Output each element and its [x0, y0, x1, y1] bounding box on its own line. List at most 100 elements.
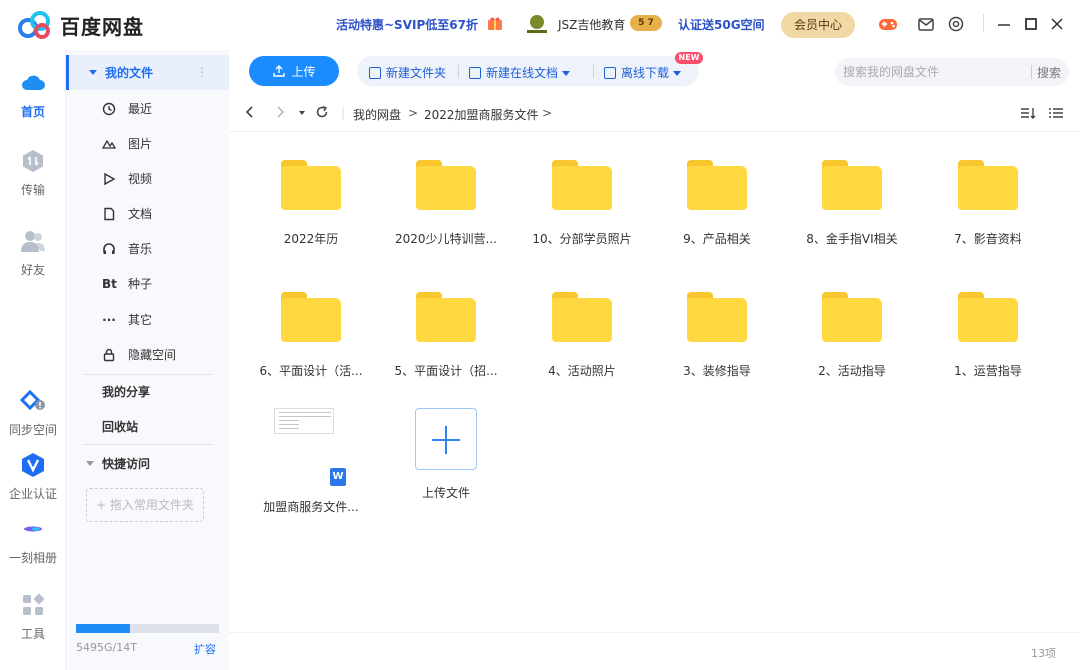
mail-icon[interactable] — [916, 14, 936, 34]
rail-item-enterprise[interactable]: 企业认证 — [0, 452, 66, 502]
rail-item-sync-space[interactable]: 同步空间 — [0, 388, 66, 438]
upload-button[interactable]: 上传 — [249, 56, 339, 86]
sidebar-item-pictures[interactable]: 图片 — [66, 126, 229, 161]
folder-item[interactable]: 10、分部学员照片 — [518, 160, 646, 247]
expand-caret-icon[interactable] — [86, 461, 94, 466]
file-name: 4、活动照片 — [548, 364, 616, 378]
folder-item[interactable]: 2020少儿特训营... — [382, 160, 510, 247]
storage-quota-fill — [76, 624, 131, 633]
gift-icon[interactable] — [487, 15, 503, 31]
folder-item[interactable]: 7、影音资料 — [924, 160, 1052, 247]
word-document-item[interactable]: W 加盟商服务文件... — [247, 408, 375, 515]
history-dropdown-icon[interactable] — [297, 104, 307, 120]
maximize-icon[interactable] — [1021, 14, 1041, 34]
document-thumbnail: W — [274, 408, 348, 492]
rail-item-transfer[interactable]: 传输 — [0, 148, 66, 198]
auth-promo-link[interactable]: 认证送50G空间 — [678, 16, 765, 33]
folder-body — [416, 298, 476, 342]
list-view-icon[interactable] — [1047, 105, 1065, 121]
folder-item[interactable]: 9、产品相关 — [653, 160, 781, 247]
enterprise-icon — [22, 453, 44, 477]
storage-quota-text: 5495G/14T — [76, 641, 137, 654]
search-button[interactable]: 搜索 — [1037, 64, 1061, 81]
sidebar-item-recent[interactable]: 最近 — [66, 91, 229, 126]
folder-body — [687, 166, 747, 210]
new-online-doc-label: 新建在线文档 — [486, 66, 559, 80]
folder-item[interactable]: 3、装修指导 — [653, 292, 781, 379]
item-count: 13项 — [1031, 647, 1056, 660]
sidebar: 我的文件 ⋮ 最近 图片 视频 文档 音乐 Bt 种子 ··· 其它 隐藏空间 … — [66, 50, 229, 670]
folder-item[interactable]: 4、活动照片 — [518, 292, 646, 379]
document-preview — [274, 408, 334, 434]
folder-body — [416, 166, 476, 210]
edu-account-name[interactable]: JSZ吉他教育 — [558, 16, 625, 33]
folder-item[interactable]: 2、活动指导 — [788, 292, 916, 379]
folder-item[interactable]: 8、金手指VI相关 — [788, 160, 916, 247]
settings-gear-icon[interactable] — [946, 14, 966, 34]
sidebar-item-documents[interactable]: 文档 — [66, 196, 229, 231]
sidebar-item-my-share[interactable]: 我的分享 — [66, 374, 229, 409]
dropdown-caret-icon — [562, 71, 571, 76]
folder-icon — [416, 160, 476, 210]
quick-access-drop-zone[interactable]: + 拖入常用文件夹 — [86, 488, 204, 522]
file-name: 加盟商服务文件... — [263, 500, 359, 514]
rail-item-album[interactable]: 一刻相册 — [0, 516, 66, 566]
new-folder-label: 新建文件夹 — [386, 66, 447, 80]
rail-item-home[interactable]: 首页 — [0, 70, 66, 120]
upload-icon — [273, 65, 286, 77]
folder-body — [552, 298, 612, 342]
expand-caret-icon[interactable] — [89, 70, 97, 75]
edu-logo-icon[interactable] — [524, 13, 550, 35]
file-name: 3、装修指导 — [683, 364, 751, 378]
search-input[interactable] — [843, 62, 1023, 82]
more-options-icon[interactable]: ⋮ — [196, 65, 208, 79]
folder-item[interactable]: 6、平面设计（活... — [247, 292, 375, 379]
rail-item-tools[interactable]: 工具 — [0, 592, 66, 642]
cloud-icon — [22, 75, 45, 90]
game-controller-icon[interactable] — [878, 14, 898, 34]
vip-center-button[interactable]: 会员中心 — [781, 12, 855, 38]
folder-item[interactable]: 5、平面设计（招... — [382, 292, 510, 379]
sidebar-item-hidden-space[interactable]: 隐藏空间 — [66, 337, 229, 372]
music-icon — [103, 242, 115, 254]
forward-arrow-icon[interactable] — [273, 104, 287, 120]
expand-storage-link[interactable]: 扩容 — [194, 641, 216, 657]
folder-body — [958, 298, 1018, 342]
upload-file-tile[interactable]: 上传文件 — [382, 408, 510, 501]
sidebar-item-label: 音乐 — [128, 242, 153, 256]
sidebar-item-videos[interactable]: 视频 — [66, 161, 229, 196]
sidebar-item-recycle-bin[interactable]: 回收站 — [66, 409, 229, 444]
sort-icon[interactable] — [1019, 105, 1037, 121]
new-online-doc-button[interactable]: 新建在线文档 — [469, 64, 571, 81]
sidebar-item-music[interactable]: 音乐 — [66, 231, 229, 266]
rail-label: 传输 — [20, 183, 45, 197]
back-arrow-icon[interactable] — [243, 104, 257, 120]
folder-icon — [822, 292, 882, 342]
svip-promo-link[interactable]: 活动特惠~SVIP低至67折 — [336, 16, 478, 33]
folder-item[interactable]: 2022年历 — [247, 160, 375, 247]
offline-download-button[interactable]: 离线下载 — [604, 64, 682, 81]
sidebar-item-my-files[interactable]: 我的文件 ⋮ — [66, 55, 229, 90]
navigation-bar: | 我的网盘 > 2022加盟商服务文件 > — [229, 94, 1080, 132]
friends-icon — [21, 231, 45, 252]
minimize-icon[interactable] — [994, 14, 1014, 34]
breadcrumb-my-netdisk[interactable]: 我的网盘 — [353, 106, 401, 123]
baidu-netdisk-logo-icon — [18, 11, 50, 39]
picture-icon — [102, 139, 116, 149]
document-icon — [104, 207, 115, 220]
close-icon[interactable] — [1047, 14, 1067, 34]
folder-item[interactable]: 1、运营指导 — [924, 292, 1052, 379]
transfer-icon — [23, 150, 43, 172]
breadcrumb-divider: | — [341, 106, 346, 120]
rail-label: 同步空间 — [8, 423, 57, 437]
doc-preview-line — [279, 412, 331, 413]
new-folder-button[interactable]: 新建文件夹 — [369, 64, 446, 81]
sidebar-item-quick-access[interactable]: 快捷访问 — [66, 446, 229, 481]
refresh-icon[interactable] — [315, 104, 329, 120]
rail-item-friends[interactable]: 好友 — [0, 228, 66, 278]
app-name: 百度网盘 — [60, 14, 144, 39]
new-doc-icon — [469, 67, 481, 79]
sidebar-item-other[interactable]: ··· 其它 — [66, 302, 229, 337]
sidebar-item-torrents[interactable]: Bt 种子 — [66, 266, 229, 301]
breadcrumb-current-folder[interactable]: 2022加盟商服务文件 — [424, 106, 539, 123]
